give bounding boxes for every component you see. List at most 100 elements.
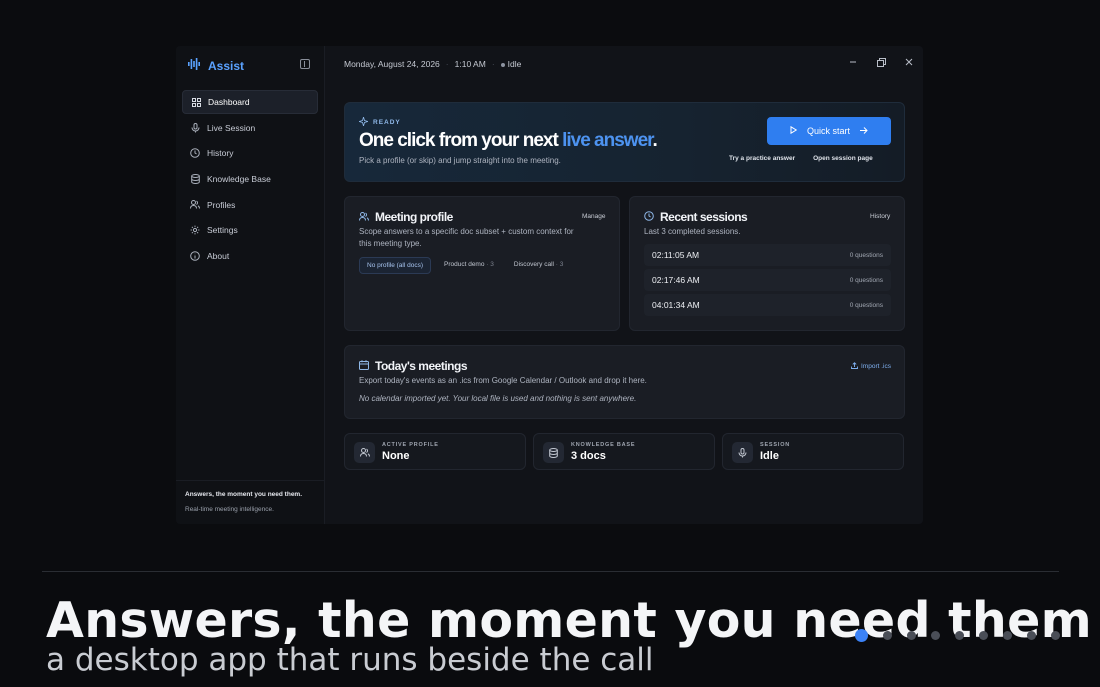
sidebar-item-dashboard[interactable]: Dashboard bbox=[182, 90, 318, 114]
app-name: Assist bbox=[208, 59, 245, 73]
top-status-bar: Monday, August 24, 2026 · 1:10 AM · Idle bbox=[344, 59, 521, 69]
todays-meetings-description: Export today's events as an .ics from Go… bbox=[359, 376, 647, 385]
pagination-dot[interactable] bbox=[1003, 631, 1012, 640]
collapse-sidebar-icon[interactable] bbox=[300, 59, 310, 69]
users-icon bbox=[359, 210, 369, 224]
pagination-dot[interactable] bbox=[979, 631, 988, 640]
todays-meetings-title: Today's meetings bbox=[359, 359, 468, 373]
hero-subtitle: Pick a profile (or skip) and jump straig… bbox=[359, 156, 561, 165]
pagination-dot[interactable] bbox=[1051, 631, 1060, 640]
restore-icon bbox=[876, 57, 886, 67]
stat-label: KNOWLEDGE BASE bbox=[571, 442, 636, 448]
recent-sessions-description: Last 3 completed sessions. bbox=[644, 227, 741, 236]
hero-card: READY One click from your next live answ… bbox=[344, 102, 905, 182]
import-ics-label: Import .ics bbox=[861, 363, 891, 370]
caption-subline: a desktop app that runs beside the call bbox=[46, 642, 654, 678]
sidebar-item-live-session[interactable]: Live Session bbox=[182, 116, 318, 140]
hero-title-end: . bbox=[652, 130, 657, 151]
chip-count: · 3 bbox=[486, 261, 494, 268]
session-question-count: 0 questions bbox=[849, 276, 883, 284]
recent-sessions-title: Recent sessions bbox=[644, 210, 748, 224]
close-button[interactable] bbox=[903, 56, 915, 68]
minimize-icon bbox=[850, 61, 856, 63]
calendar-icon bbox=[359, 359, 369, 373]
sidebar-item-label: Profiles bbox=[207, 199, 236, 210]
sidebar-item-label: Settings bbox=[207, 225, 238, 236]
pagination-dot[interactable] bbox=[907, 631, 916, 640]
description-line: this meeting type. bbox=[359, 239, 422, 248]
history-link[interactable]: History bbox=[870, 213, 890, 220]
sidebar-item-label: Knowledge Base bbox=[207, 174, 271, 185]
session-status: Idle bbox=[500, 59, 522, 69]
recent-sessions-card: Recent sessions History Last 3 completed… bbox=[629, 196, 905, 331]
chip-label: Product demo bbox=[444, 261, 485, 268]
current-time: 1:10 AM bbox=[454, 59, 486, 69]
ready-label: READY bbox=[373, 119, 401, 126]
profile-chip-product-demo[interactable]: Product demo · 3 bbox=[437, 257, 501, 274]
stat-active-profile: ACTIVE PROFILE None bbox=[344, 433, 526, 470]
stat-value: Idle bbox=[760, 450, 779, 462]
pagination-dot[interactable] bbox=[931, 631, 940, 640]
session-status-label: Idle bbox=[507, 59, 522, 69]
recent-sessions-title-text: Recent sessions bbox=[660, 210, 748, 224]
stat-knowledge-base: KNOWLEDGE BASE 3 docs bbox=[533, 433, 715, 470]
stat-session: SESSION Idle bbox=[722, 433, 904, 470]
session-time: 04:01:34 AM bbox=[652, 300, 700, 310]
sidebar-item-label: Live Session bbox=[207, 122, 256, 133]
hero-links: Try a practice answer Open session page bbox=[729, 155, 873, 162]
quick-start-label: Quick start bbox=[806, 126, 850, 136]
sidebar-item-knowledge-base[interactable]: Knowledge Base bbox=[182, 167, 318, 191]
database-icon bbox=[190, 174, 200, 185]
profile-chips: No profile (all docs) Product demo · 3 D… bbox=[359, 257, 570, 274]
mic-icon bbox=[732, 442, 753, 463]
manage-link[interactable]: Manage bbox=[582, 213, 606, 220]
pagination-dot-active[interactable] bbox=[855, 629, 868, 642]
sidebar-item-history[interactable]: History bbox=[182, 141, 318, 165]
session-row[interactable]: 04:01:34 AM 0 questions bbox=[644, 294, 891, 316]
meeting-profile-description: Scope answers to a specific doc subset +… bbox=[359, 226, 574, 250]
import-ics-link[interactable]: Import .ics bbox=[851, 362, 891, 371]
database-icon bbox=[543, 442, 564, 463]
pagination-dot[interactable] bbox=[955, 631, 964, 640]
sidebar-item-label: History bbox=[207, 148, 234, 159]
quick-start-button[interactable]: Quick start bbox=[767, 117, 891, 145]
pagination-dot[interactable] bbox=[1027, 631, 1036, 640]
hero-title-accent: live answer bbox=[562, 130, 653, 151]
chip-count: · 3 bbox=[555, 261, 564, 268]
sidebar-item-about[interactable]: About bbox=[182, 244, 318, 268]
users-icon bbox=[190, 200, 200, 210]
slide-pagination bbox=[855, 629, 1060, 642]
caption-divider bbox=[42, 571, 1059, 572]
restore-button[interactable] bbox=[875, 56, 887, 68]
open-session-link[interactable]: Open session page bbox=[813, 155, 873, 162]
minimize-button[interactable] bbox=[847, 56, 859, 68]
status-dot-icon bbox=[500, 62, 505, 67]
profile-chip-discovery-call[interactable]: Discovery call · 3 bbox=[507, 257, 571, 274]
session-row[interactable]: 02:11:05 AM 0 questions bbox=[644, 244, 891, 266]
sidebar-item-settings[interactable]: Settings bbox=[182, 218, 318, 242]
hero-title-main: One click from your next bbox=[359, 130, 563, 151]
stat-value: 3 docs bbox=[571, 450, 606, 462]
pagination-dot[interactable] bbox=[883, 631, 892, 640]
todays-meetings-title-text: Today's meetings bbox=[375, 359, 468, 373]
stat-value: None bbox=[382, 450, 410, 462]
brand[interactable]: Assist bbox=[188, 57, 244, 75]
clock-icon bbox=[190, 148, 200, 159]
practice-answer-link[interactable]: Try a practice answer bbox=[729, 155, 795, 162]
hero-title: One click from your next live answer. bbox=[359, 130, 658, 152]
session-time: 02:11:05 AM bbox=[652, 250, 700, 260]
app-window: Assist Dashboard Live Session History Kn… bbox=[176, 46, 923, 524]
profile-chip-none[interactable]: No profile (all docs) bbox=[359, 257, 431, 274]
arrow-right-icon bbox=[860, 126, 868, 136]
session-row[interactable]: 02:17:46 AM 0 questions bbox=[644, 269, 891, 291]
todays-meetings-card: Today's meetings Import .ics Export toda… bbox=[344, 345, 905, 419]
grid-icon bbox=[191, 97, 201, 107]
clock-icon bbox=[644, 210, 654, 224]
sidebar-item-label: About bbox=[207, 251, 230, 262]
sparkle-icon bbox=[357, 115, 370, 128]
sidebar-item-profiles[interactable]: Profiles bbox=[182, 193, 318, 217]
current-date: Monday, August 24, 2026 bbox=[344, 59, 440, 69]
ready-badge: READY bbox=[357, 115, 401, 128]
stat-label: ACTIVE PROFILE bbox=[382, 442, 439, 448]
sidebar-footer: Answers, the moment you need them. Real-… bbox=[176, 480, 325, 523]
